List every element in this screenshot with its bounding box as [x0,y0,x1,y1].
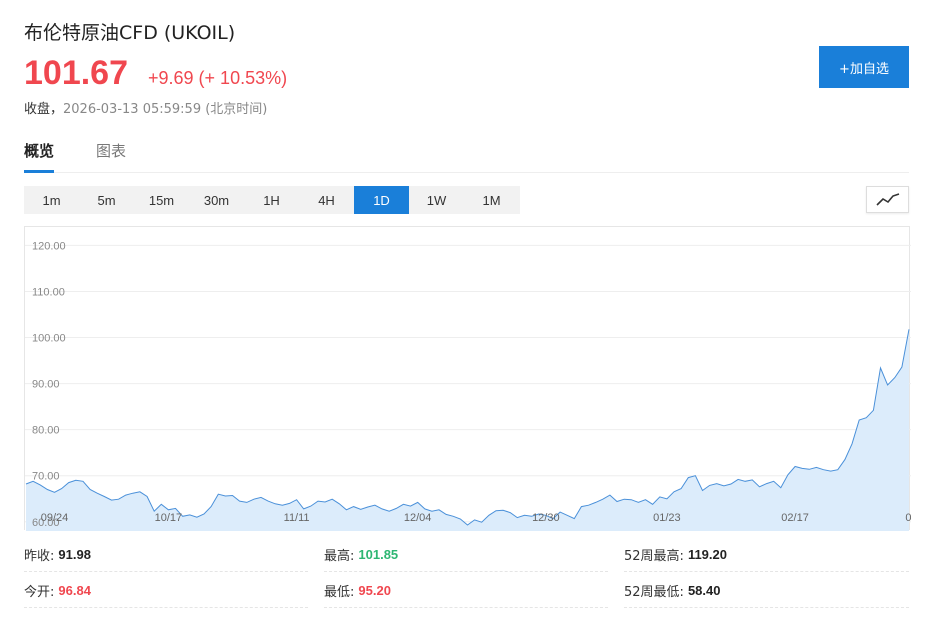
stat-label: 昨收: [24,549,55,564]
y-tick-label: 110.00 [32,286,65,298]
stat-label: 最低: [324,585,355,600]
x-tick-label: 11/11 [284,512,310,524]
stat-value: 91.98 [58,547,91,562]
last-price: 101.67 [24,54,128,92]
tab-chart[interactable]: 图表 [96,140,126,173]
x-tick-label: 12/30 [532,512,560,524]
instrument-title: 布伦特原油CFD (UKOIL) [24,22,236,44]
interval-1h[interactable]: 1H [244,186,299,214]
stat-value: 119.20 [687,547,727,562]
price-change: +9.69 (+ 10.53%) [148,68,288,88]
y-tick-label: 120.00 [32,240,66,252]
status-time: 2026-03-13 05:59:59 (北京时间) [63,102,268,117]
stat-52w-low: 52周最低: 58.40 [624,574,909,608]
y-tick-label: 80.00 [32,425,60,437]
line-chart-icon [875,192,899,206]
interval-1d[interactable]: 1D [354,186,409,214]
y-tick-label: 100.00 [32,333,66,345]
stat-value: 101.85 [358,547,399,562]
interval-1m[interactable]: 1m [24,186,79,214]
stat-value: 95.20 [358,583,391,598]
x-tick-label: 10/17 [155,512,183,524]
interval-30m[interactable]: 30m [189,186,244,214]
stat-open: 今开: 96.84 [24,574,308,608]
stat-label: 52周最低: [624,585,684,600]
interval-1mo[interactable]: 1M [464,186,519,214]
stat-low: 最低: 95.20 [324,574,608,608]
price-chart-svg: 120.00110.00100.0090.0080.0070.0060.0009… [25,240,927,531]
stat-label: 最高: [324,549,355,564]
chart-type-button[interactable] [866,186,909,213]
interval-4h[interactable]: 4H [299,186,354,214]
add-watchlist-button[interactable]: +加自选 [819,46,909,88]
stat-prev-close: 昨收: 91.98 [24,538,308,572]
tab-bar: 概览 图表 [24,140,909,173]
stat-high: 最高: 101.85 [324,538,608,572]
y-tick-label: 70.00 [32,471,60,483]
y-tick-label: 90.00 [32,379,60,391]
x-tick-label: 12/04 [404,512,432,524]
x-tick-label: 09/24 [41,512,69,524]
stat-value: 96.84 [58,583,91,598]
x-tick-label: 02/17 [781,512,809,524]
interval-15m[interactable]: 15m [134,186,189,214]
stat-label: 52周最高: [624,549,684,564]
status-label: 收盘， [24,102,64,117]
interval-1w[interactable]: 1W [409,186,464,214]
market-status: 收盘，2026-03-13 05:59:59 (北京时间) [24,98,267,117]
x-tick-label: 01/23 [653,512,681,524]
stat-label: 今开: [24,585,55,600]
price-row: 101.67 +9.69 (+ 10.53%) [24,54,287,93]
interval-selector: 1m 5m 15m 30m 1H 4H 1D 1W 1M [24,186,520,214]
tab-overview[interactable]: 概览 [24,140,55,173]
stat-52w-high: 52周最高: 119.20 [624,538,909,572]
stat-value: 58.40 [687,583,721,598]
x-tick-label: 03/1 [905,512,911,524]
interval-5m[interactable]: 5m [79,186,134,214]
price-chart[interactable]: 120.00 110.00 100.00 90.00 80.00 70.00 60.00 09… [24,226,927,531]
